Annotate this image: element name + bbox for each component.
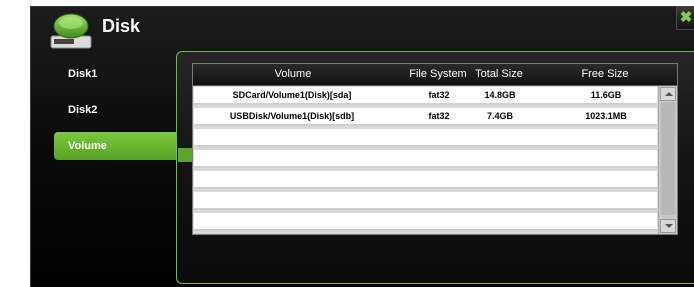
table-row-empty	[194, 192, 657, 210]
vertical-scrollbar[interactable]	[658, 86, 677, 234]
arrow-up-icon	[665, 92, 673, 96]
scrollbar-track[interactable]	[661, 102, 675, 215]
table-row-empty	[194, 171, 657, 189]
cell-volume: USBDisk/Volume1(Disk)[sdb]	[229, 111, 355, 121]
table-row-empty	[194, 150, 657, 168]
close-icon[interactable]: ✖	[676, 6, 694, 30]
cell-total-size: 7.4GB	[486, 111, 513, 121]
cell-volume: SDCard/Volume1(Disk)[sda]	[232, 90, 352, 100]
column-header-total-size[interactable]: Total Size	[467, 64, 531, 85]
table-header: Volume File System Total Size Free Size	[193, 64, 677, 86]
window-title: Disk	[102, 16, 141, 36]
scroll-up-button[interactable]	[660, 87, 676, 101]
table-row[interactable]: USBDisk/Volume1(Disk)[sdb] fat32 7.4GB 1…	[194, 108, 657, 126]
sidebar-item-disk2[interactable]: Disk2	[54, 96, 178, 124]
sidebar-item-disk1[interactable]: Disk1	[54, 60, 178, 88]
table-row-empty	[194, 129, 657, 147]
column-header-volume[interactable]: Volume	[193, 64, 393, 85]
arrow-down-icon	[665, 224, 673, 228]
column-header-free-size[interactable]: Free Size	[563, 64, 647, 85]
sidebar-item-volume[interactable]: Volume	[54, 132, 178, 160]
cell-free-size: 1023.1MB	[585, 111, 627, 121]
hard-drive-icon	[50, 13, 92, 49]
table-row-empty	[194, 213, 657, 231]
cell-total-size: 14.8GB	[484, 90, 516, 100]
table-row[interactable]: SDCard/Volume1(Disk)[sda] fat32 14.8GB 1…	[194, 87, 657, 105]
scroll-down-button[interactable]	[660, 219, 676, 233]
cell-free-size: 11.6GB	[590, 90, 622, 100]
